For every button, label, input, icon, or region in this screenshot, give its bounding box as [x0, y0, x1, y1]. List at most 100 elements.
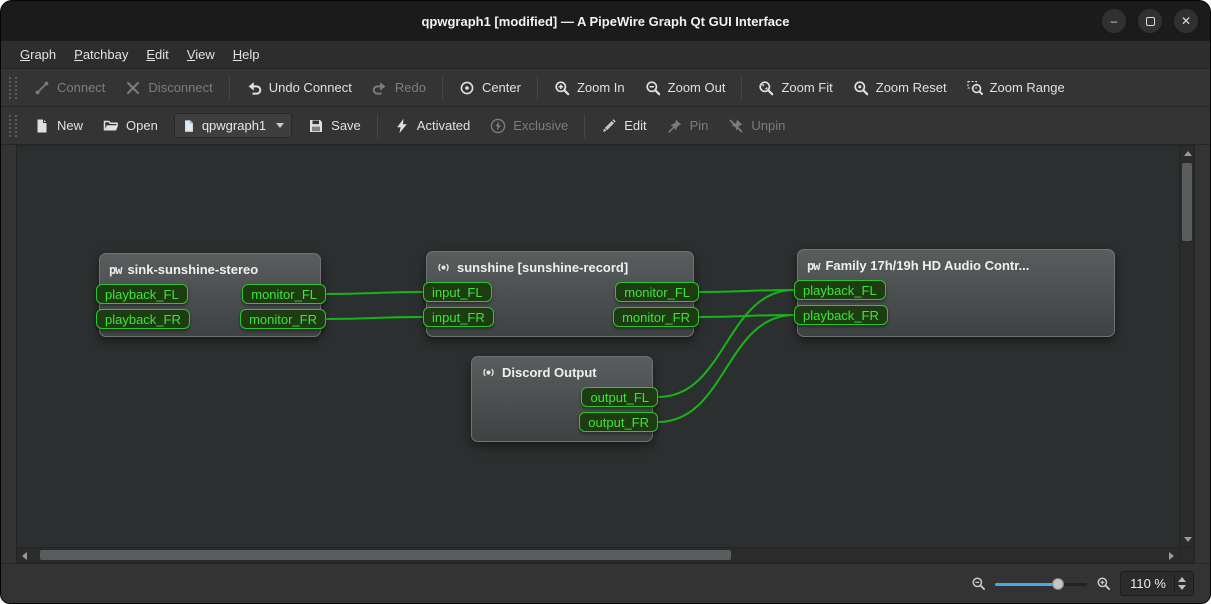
disconnect-button[interactable]: Disconnect [116, 75, 221, 101]
save-label: Save [331, 118, 361, 133]
scroll-left-button[interactable] [17, 548, 32, 563]
close-button[interactable]: ✕ [1174, 9, 1198, 33]
undo-connect-button[interactable]: Undo Connect [237, 75, 361, 101]
redo-icon [372, 80, 388, 96]
menu-edit[interactable]: Edit [137, 43, 177, 66]
toolbar-drag-handle[interactable] [9, 115, 17, 137]
zoom-out-button[interactable]: Zoom Out [636, 75, 735, 101]
spinbox-arrows [1174, 575, 1189, 592]
record-icon [481, 365, 496, 380]
pin-button[interactable]: Pin [658, 113, 718, 139]
port-in-playback_FR[interactable]: playback_FR [794, 305, 888, 325]
zoom-reset-label: Zoom Reset [876, 80, 947, 95]
scroll-down-button[interactable] [1180, 532, 1195, 547]
connect-button[interactable]: Connect [25, 75, 114, 101]
port-in-input_FR[interactable]: input_FR [423, 307, 494, 327]
pin-label: Pin [690, 118, 709, 133]
zoom-fit-button[interactable]: Zoom Fit [749, 75, 841, 101]
activated-label: Activated [417, 118, 470, 133]
main-area: pwsink-sunshine-stereoplayback_FLmonitor… [1, 145, 1210, 563]
redo-button[interactable]: Redo [363, 75, 435, 101]
save-button[interactable]: Save [299, 113, 370, 139]
zoom-in-icon [554, 80, 570, 96]
port-in-playback_FL[interactable]: playback_FL [96, 284, 188, 304]
patchbay-select-value: qpwgraph1 [202, 118, 266, 133]
menu-patchbay[interactable]: Patchbay [65, 43, 137, 66]
graph-node-sink-sunshine-stereo[interactable]: pwsink-sunshine-stereoplayback_FLmonitor… [99, 253, 321, 337]
edit-button[interactable]: Edit [592, 113, 655, 139]
menu-view[interactable]: View [178, 43, 224, 66]
zoom-reset-icon [853, 80, 869, 96]
statusbar: 110 % [1, 563, 1210, 603]
port-out-monitor_FL[interactable]: monitor_FL [615, 282, 699, 302]
menu-graph[interactable]: Graph [11, 43, 65, 66]
vertical-scroll-thumb[interactable] [1182, 163, 1192, 241]
exclusive-button[interactable]: Exclusive [481, 113, 577, 139]
toolbar-separator [442, 76, 443, 100]
graph-canvas[interactable]: pwsink-sunshine-stereoplayback_FLmonitor… [17, 146, 1179, 547]
open-folder-icon [103, 118, 119, 134]
close-icon: ✕ [1181, 15, 1191, 27]
horizontal-scrollbar[interactable] [17, 547, 1179, 562]
disconnect-icon [125, 80, 141, 96]
horizontal-scroll-track[interactable] [32, 548, 1164, 562]
open-button[interactable]: Open [94, 113, 167, 139]
port-in-playback_FL[interactable]: playback_FL [794, 280, 886, 300]
edit-label: Edit [624, 118, 646, 133]
graph-node-discord-output[interactable]: Discord Outputoutput_FLoutput_FR [471, 356, 653, 442]
node-title: sink-sunshine-stereo [127, 262, 258, 277]
patchbay-file-icon [182, 119, 196, 133]
graph-node-family-hd-audio[interactable]: pwFamily 17h/19h HD Audio Contr...playba… [797, 249, 1115, 337]
zoom-fit-icon [758, 80, 774, 96]
open-label: Open [126, 118, 158, 133]
titlebar[interactable]: qpwgraph1 [modified] — A PipeWire Graph … [1, 1, 1210, 41]
zoom-slider[interactable] [995, 575, 1087, 593]
patchbay-select[interactable]: qpwgraph1 [174, 113, 292, 138]
vertical-scrollbar[interactable] [1179, 146, 1194, 547]
arrow-right-icon [1169, 552, 1174, 560]
toolbar-separator [537, 76, 538, 100]
port-in-playback_FR[interactable]: playback_FR [96, 309, 190, 329]
pencil-icon [601, 118, 617, 134]
pin-icon [667, 118, 683, 134]
vertical-scroll-track[interactable] [1180, 161, 1194, 532]
disconnect-label: Disconnect [148, 80, 212, 95]
activated-button[interactable]: Activated [385, 113, 479, 139]
maximize-icon [1146, 17, 1155, 26]
menu-help[interactable]: Help [224, 43, 269, 66]
minimize-button[interactable]: – [1102, 9, 1126, 33]
center-button[interactable]: Center [450, 75, 530, 101]
zoom-range-button[interactable]: Zoom Range [958, 75, 1074, 101]
unpin-button[interactable]: Unpin [719, 113, 794, 139]
toolbar-drag-handle[interactable] [9, 77, 17, 99]
port-out-monitor_FR[interactable]: monitor_FR [613, 307, 699, 327]
zoom-out-small-icon[interactable] [971, 576, 986, 591]
connection-edge[interactable] [326, 317, 423, 319]
connection-edge[interactable] [326, 292, 423, 294]
window-title: qpwgraph1 [modified] — A PipeWire Graph … [421, 14, 789, 29]
spin-up-icon[interactable] [1178, 577, 1186, 582]
zoom-reset-button[interactable]: Zoom Reset [844, 75, 956, 101]
port-out-monitor_FR[interactable]: monitor_FR [240, 309, 326, 329]
new-file-icon [34, 118, 50, 134]
maximize-button[interactable] [1138, 9, 1162, 33]
pipewire-icon: pw [807, 259, 819, 273]
new-button[interactable]: New [25, 113, 92, 139]
scroll-up-button[interactable] [1180, 146, 1195, 161]
zoom-spinbox[interactable]: 110 % [1120, 571, 1194, 596]
port-in-input_FL[interactable]: input_FL [423, 282, 492, 302]
zoom-in-button[interactable]: Zoom In [545, 75, 634, 101]
connect-icon [34, 80, 50, 96]
port-out-output_FL[interactable]: output_FL [581, 387, 658, 407]
zoom-slider-handle[interactable] [1052, 578, 1064, 590]
horizontal-scroll-thumb[interactable] [40, 550, 731, 560]
zoom-slider-fill [995, 583, 1058, 586]
port-out-output_FR[interactable]: output_FR [579, 412, 658, 432]
port-out-monitor_FL[interactable]: monitor_FL [242, 284, 326, 304]
app-window: qpwgraph1 [modified] — A PipeWire Graph … [0, 0, 1211, 604]
spin-down-icon[interactable] [1178, 585, 1186, 590]
zoom-in-small-icon[interactable] [1096, 576, 1111, 591]
graph-node-sunshine[interactable]: sunshine [sunshine-record]input_FLmonito… [426, 251, 694, 337]
zoom-in-label: Zoom In [577, 80, 625, 95]
scroll-right-button[interactable] [1164, 548, 1179, 563]
